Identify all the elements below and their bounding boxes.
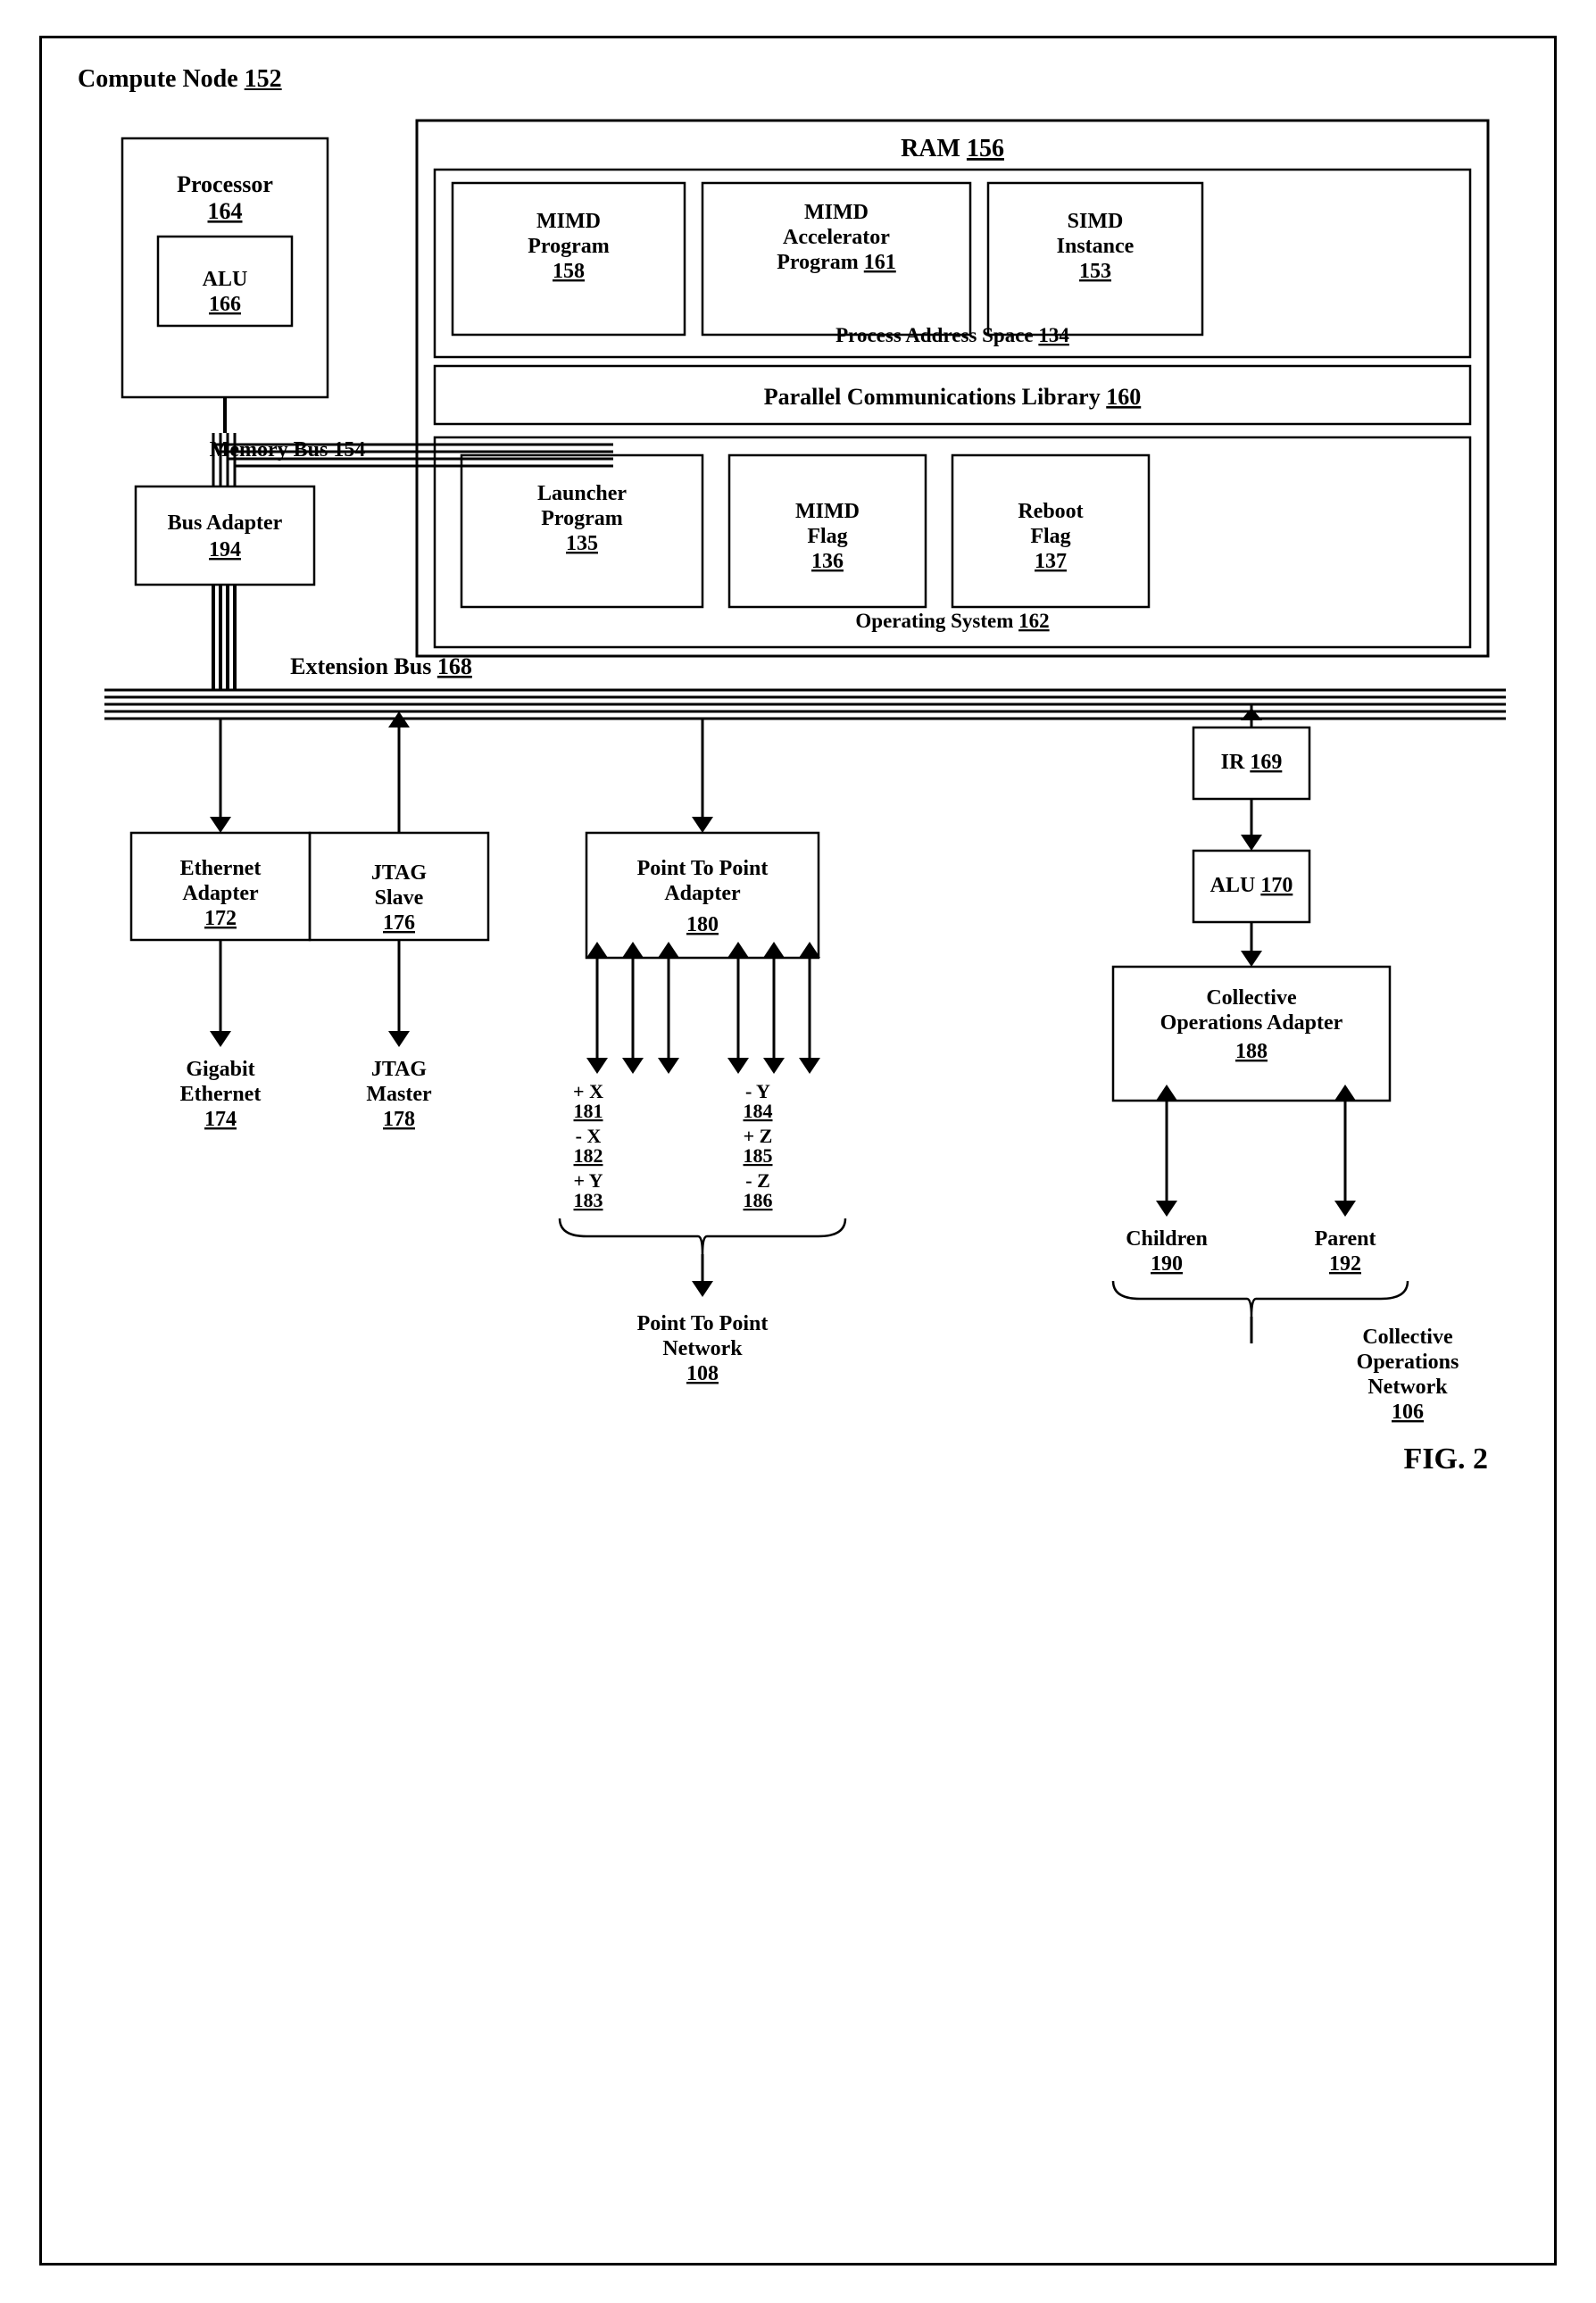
svg-text:Flag: Flag (807, 525, 847, 548)
svg-text:192: 192 (1329, 1252, 1361, 1276)
svg-text:Reboot: Reboot (1018, 500, 1083, 523)
svg-text:Parallel Communications Librar: Parallel Communications Library 160 (764, 384, 1141, 410)
svg-text:Point To Point: Point To Point (637, 857, 769, 880)
svg-text:Ethernet: Ethernet (180, 1083, 262, 1106)
svg-text:Network: Network (662, 1337, 743, 1360)
svg-text:183: 183 (574, 1189, 603, 1211)
svg-text:Flag: Flag (1030, 525, 1070, 548)
svg-text:182: 182 (574, 1144, 603, 1167)
svg-text:181: 181 (574, 1100, 603, 1122)
svg-text:Program: Program (541, 507, 623, 530)
svg-text:Adapter: Adapter (664, 882, 741, 905)
svg-text:Bus Adapter: Bus Adapter (168, 511, 283, 535)
svg-text:186: 186 (744, 1189, 773, 1211)
svg-text:MIMD: MIMD (795, 500, 860, 523)
svg-text:180: 180 (686, 913, 719, 936)
svg-text:164: 164 (208, 198, 243, 224)
svg-text:Children: Children (1126, 1227, 1208, 1251)
svg-text:Launcher: Launcher (537, 482, 627, 505)
svg-text:Master: Master (366, 1083, 432, 1106)
svg-text:Processor: Processor (177, 171, 273, 197)
svg-text:JTAG: JTAG (371, 1058, 428, 1081)
svg-text:Program 161: Program 161 (777, 251, 896, 274)
svg-text:Adapter: Adapter (182, 882, 259, 905)
svg-text:137: 137 (1035, 550, 1067, 573)
svg-text:RAM 156: RAM 156 (901, 135, 1004, 162)
svg-text:135: 135 (566, 532, 598, 555)
svg-text:174: 174 (204, 1108, 237, 1131)
svg-text:166: 166 (209, 293, 241, 316)
svg-text:IR 169: IR 169 (1221, 751, 1283, 774)
svg-text:FIG. 2: FIG. 2 (1404, 1442, 1488, 1476)
svg-text:JTAG: JTAG (371, 861, 428, 885)
svg-text:108: 108 (686, 1362, 719, 1385)
svg-text:Accelerator: Accelerator (783, 226, 890, 249)
diagram-border: Compute Node 152 RAM 156 MIMD Program 15… (39, 36, 1557, 2266)
svg-text:ALU: ALU (203, 268, 248, 291)
svg-text:Operations: Operations (1357, 1351, 1459, 1374)
svg-text:Network: Network (1367, 1376, 1448, 1399)
svg-text:Extension Bus 168: Extension Bus 168 (290, 653, 472, 679)
svg-text:194: 194 (209, 538, 241, 561)
svg-text:176: 176 (383, 911, 415, 935)
svg-text:Ethernet: Ethernet (180, 857, 262, 880)
svg-text:106: 106 (1392, 1401, 1424, 1424)
svg-text:158: 158 (553, 260, 585, 283)
svg-text:190: 190 (1151, 1252, 1183, 1276)
svg-text:Instance: Instance (1057, 235, 1135, 258)
svg-text:Gigabit: Gigabit (186, 1058, 254, 1081)
diagram-svg: RAM 156 MIMD Program 158 MIMD Accelerato… (78, 112, 1524, 2209)
svg-text:MIMD: MIMD (804, 201, 869, 224)
svg-text:153: 153 (1079, 260, 1111, 283)
compute-node-label: Compute Node 152 (78, 65, 1518, 94)
svg-text:Slave: Slave (375, 886, 424, 910)
svg-text:Point To Point: Point To Point (637, 1312, 769, 1335)
svg-text:Program: Program (528, 235, 610, 258)
svg-text:Collective: Collective (1206, 986, 1297, 1010)
svg-text:136: 136 (811, 550, 844, 573)
svg-text:178: 178 (383, 1108, 415, 1131)
page: Compute Node 152 RAM 156 MIMD Program 15… (39, 36, 1557, 2267)
svg-text:Operations Adapter: Operations Adapter (1160, 1011, 1343, 1035)
svg-text:MIMD: MIMD (536, 210, 601, 233)
svg-text:SIMD: SIMD (1068, 210, 1124, 233)
svg-text:ALU 170: ALU 170 (1210, 874, 1293, 897)
svg-text:Parent: Parent (1315, 1227, 1376, 1251)
svg-text:Operating System 162: Operating System 162 (855, 610, 1049, 632)
svg-text:185: 185 (744, 1144, 773, 1167)
svg-text:Process Address Space 134: Process Address Space 134 (835, 324, 1069, 346)
svg-text:172: 172 (204, 907, 237, 930)
svg-text:Collective: Collective (1362, 1326, 1453, 1349)
svg-text:188: 188 (1235, 1040, 1268, 1063)
svg-text:184: 184 (744, 1100, 773, 1122)
compute-node-number: 152 (245, 65, 282, 93)
